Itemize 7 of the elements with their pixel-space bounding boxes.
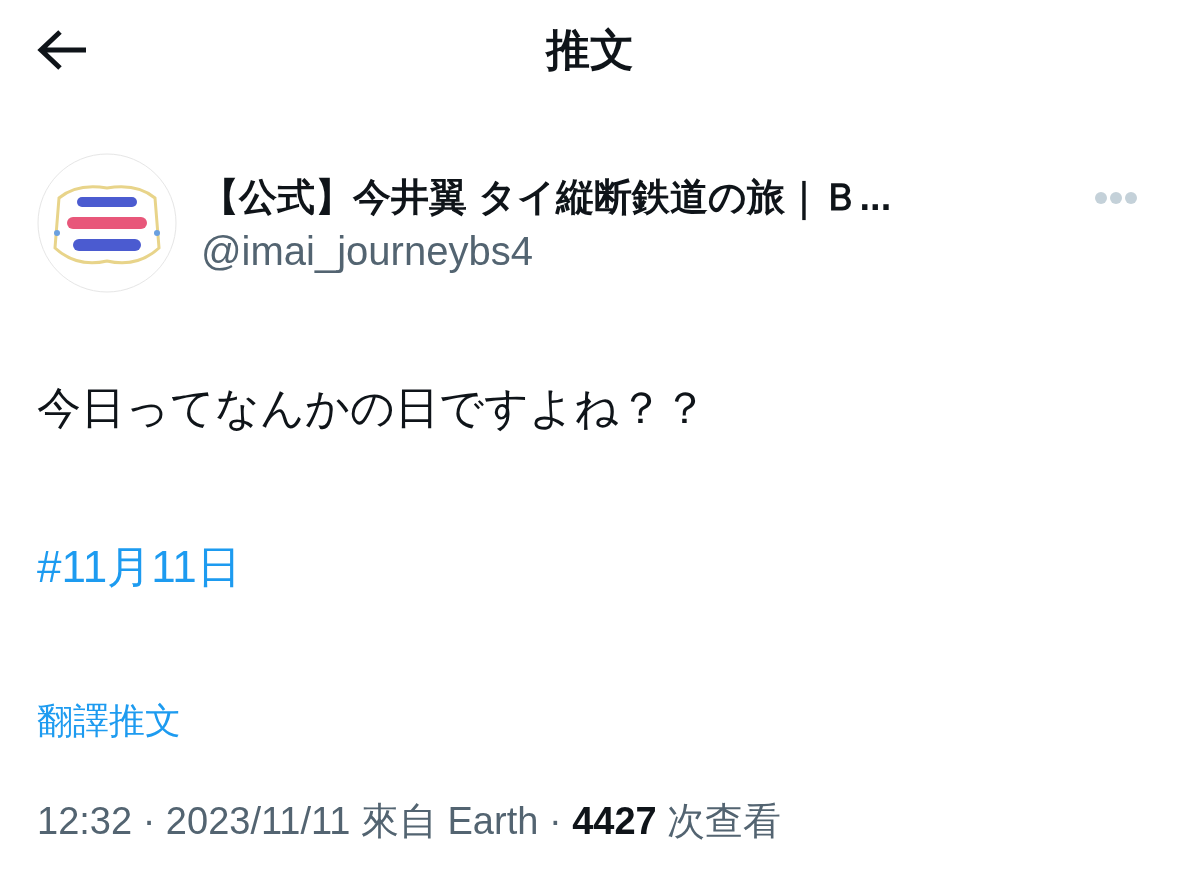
tweet-meta: 12:32 · 2023/11/11 來自 Earth · 4427 次查看 xyxy=(37,799,783,844)
avatar[interactable] xyxy=(37,153,177,293)
back-icon[interactable] xyxy=(36,28,88,72)
author-handle[interactable]: @imai_journeybs4 xyxy=(201,229,1142,274)
page-title: 推文 xyxy=(545,23,634,76)
author-name[interactable]: 【公式】今井翼 タイ縦断鉄道の旅｜Ｂ... xyxy=(201,172,892,223)
tweet-text: 今日ってなんかの日ですよね？？ xyxy=(37,382,708,434)
